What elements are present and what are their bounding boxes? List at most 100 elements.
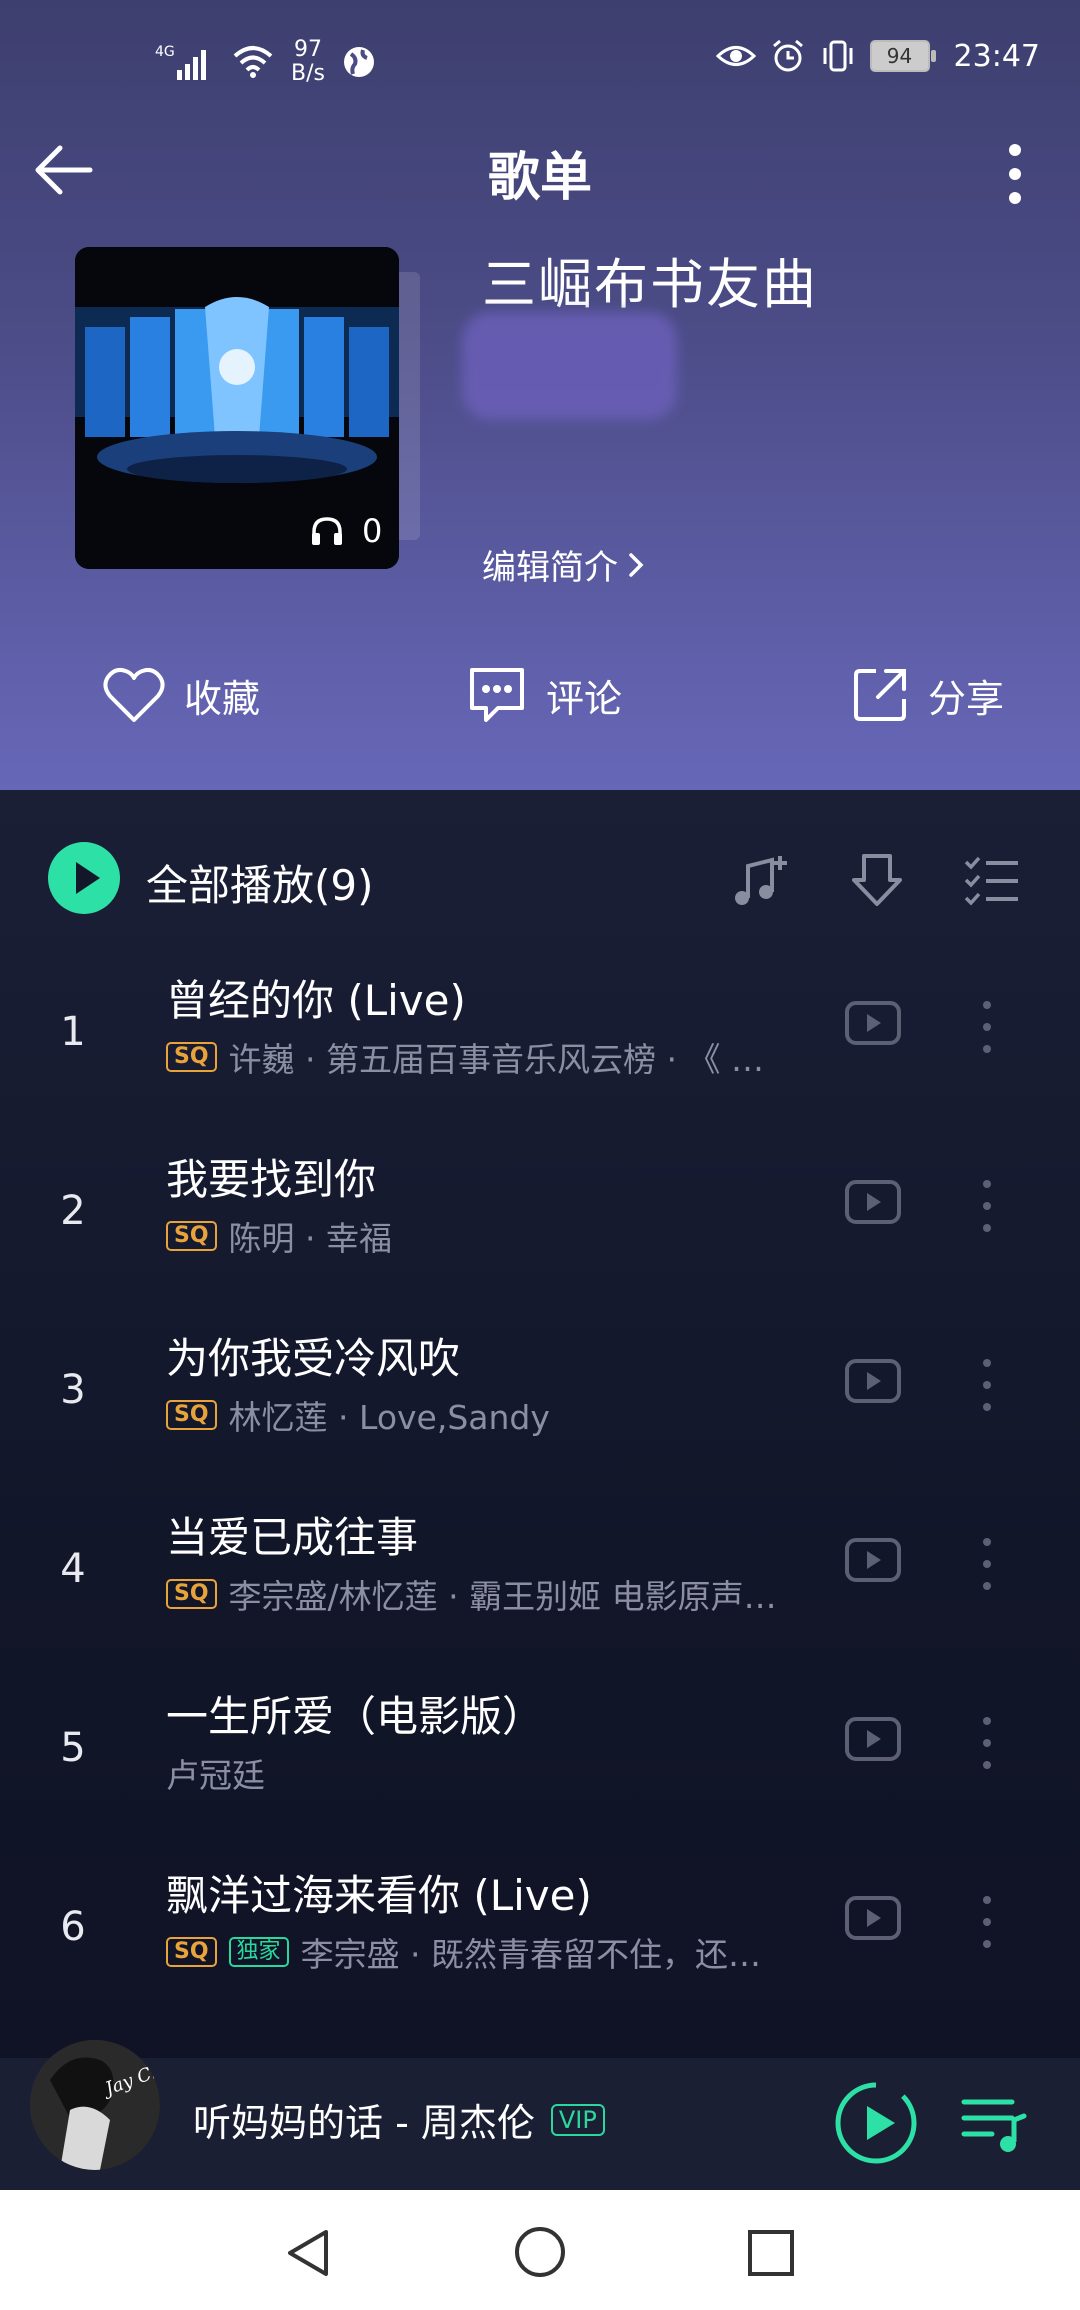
song-more-icon[interactable] (972, 997, 1002, 1057)
song-more-icon[interactable] (972, 1534, 1002, 1594)
signal-icon: 4G (155, 44, 206, 80)
clock: 23:47 (953, 38, 1040, 74)
mv-play-icon[interactable] (844, 1179, 902, 1225)
download-icon[interactable] (850, 852, 904, 910)
sq-badge: SQ (166, 1579, 217, 1609)
song-title: 一生所爱（电影版） (166, 1692, 545, 1741)
playlist-actions: 收藏 评论 分享 (0, 655, 1080, 735)
song-artist-album: 陈明 · 幸福 (228, 1219, 393, 1258)
wifi-icon (233, 46, 273, 78)
sq-badge: SQ (166, 1937, 217, 1967)
nav-home-icon[interactable] (512, 2224, 568, 2280)
song-row[interactable]: 4 当爱已成往事 SQ 李宗盛/林忆莲 · 霸王别姬 电影原声… (0, 1482, 1080, 1660)
play-all-row: 全部播放(9) (0, 842, 1080, 918)
add-music-icon[interactable] (730, 852, 792, 910)
comment-label: 评论 (546, 676, 623, 721)
eye-icon (715, 46, 756, 66)
multi-select-icon[interactable] (962, 854, 1020, 906)
song-row[interactable]: 2 我要找到你 SQ 陈明 · 幸福 (0, 1124, 1080, 1302)
mv-play-icon[interactable] (844, 1537, 902, 1583)
song-title: 曾经的你 (Live) (166, 976, 466, 1025)
song-subtitle: SQ 林忆莲 · Love,Sandy (166, 1391, 550, 1439)
song-more-icon[interactable] (972, 1713, 1002, 1773)
album-art-image: Jay Chou (30, 2040, 160, 2170)
song-subtitle: 卢冠廷 (166, 1749, 265, 1797)
mini-play-button-icon[interactable] (833, 2080, 919, 2166)
play-all-button[interactable] (48, 842, 120, 914)
favorite-button[interactable]: 收藏 (102, 655, 260, 735)
song-index: 3 (60, 1367, 86, 1413)
song-index: 6 (60, 1904, 86, 1950)
play-all-label[interactable]: 全部播放(9) (146, 852, 374, 913)
play-icon (76, 862, 100, 894)
sq-badge: SQ (166, 1042, 217, 1072)
song-row[interactable]: 3 为你我受冷风吹 SQ 林忆莲 · Love,Sandy (0, 1303, 1080, 1481)
share-icon (854, 669, 906, 721)
song-subtitle: SQ 许巍 · 第五届百事音乐风云榜 · 《 … (166, 1033, 764, 1081)
svg-text:4G: 4G (155, 44, 175, 60)
song-artist-album: 李宗盛 · 既然青春留不住，还… (300, 1935, 762, 1974)
song-artist-album: 林忆莲 · Love,Sandy (228, 1398, 550, 1437)
vip-badge: VIP (550, 2103, 605, 2136)
headphones-icon (312, 517, 342, 545)
mv-play-icon[interactable] (844, 1895, 902, 1941)
song-index: 5 (60, 1725, 86, 1771)
playlist-queue-icon[interactable] (958, 2090, 1028, 2156)
chevron-right-icon (629, 552, 644, 577)
play-count-value: 0 (362, 512, 383, 550)
mv-play-icon[interactable] (844, 1358, 902, 1404)
status-right: 94 23:47 (715, 38, 1040, 74)
exclusive-badge: 独家 (228, 1937, 289, 1967)
song-title: 我要找到你 (166, 1155, 377, 1204)
more-options-icon[interactable] (990, 138, 1040, 208)
status-bar: 4G 97 B/s 94 23:47 (0, 30, 1080, 100)
page-title: 歌单 (487, 148, 592, 208)
song-index: 4 (60, 1546, 86, 1592)
play-count: 0 (310, 512, 382, 550)
share-label: 分享 (928, 676, 1005, 721)
status-left: 4G 97 B/s (155, 38, 377, 86)
song-title: 当爱已成往事 (166, 1513, 419, 1562)
playlist-title: 三崛布书友曲 (482, 253, 818, 316)
comment-button[interactable]: 评论 (466, 655, 622, 735)
song-more-icon[interactable] (972, 1176, 1002, 1236)
song-more-icon[interactable] (972, 1355, 1002, 1415)
song-index: 1 (60, 1009, 86, 1055)
song-artist-album: 卢冠廷 (166, 1756, 265, 1795)
nav-back-icon[interactable] (282, 2226, 334, 2280)
mini-player-album-art[interactable]: Jay Chou (30, 2040, 160, 2170)
song-index: 2 (60, 1188, 86, 1234)
share-button[interactable]: 分享 (850, 655, 1004, 735)
sq-badge: SQ (166, 1400, 217, 1430)
globe-icon (343, 47, 374, 77)
song-row[interactable]: 6 飘洋过海来看你 (Live) SQ 独家 李宗盛 · 既然青春留不住，还… (0, 1840, 1080, 2018)
comment-icon (470, 668, 524, 722)
song-more-icon[interactable] (972, 1892, 1002, 1952)
song-title: 为你我受冷风吹 (166, 1334, 461, 1383)
net-speed: 97 B/s (291, 38, 325, 86)
song-artist-album: 李宗盛/林忆莲 · 霸王别姬 电影原声… (228, 1577, 777, 1616)
song-subtitle: SQ 李宗盛/林忆莲 · 霸王别姬 电影原声… (166, 1570, 777, 1618)
favorite-label: 收藏 (184, 676, 261, 721)
net-speed-value: 97 (293, 37, 322, 62)
nav-recents-icon[interactable] (746, 2228, 796, 2278)
system-nav-bar (0, 2190, 1080, 2310)
vibrate-icon (823, 40, 853, 72)
song-title: 飘洋过海来看你 (Live) (166, 1871, 592, 1920)
now-playing-title: 听妈妈的话 - 周杰伦 (193, 2101, 535, 2145)
song-row[interactable]: 1 曾经的你 (Live) SQ 许巍 · 第五届百事音乐风云榜 · 《 … (0, 945, 1080, 1123)
edit-intro-link[interactable]: 编辑简介 (482, 540, 646, 589)
mini-player-title-row[interactable]: 听妈妈的话 - 周杰伦 VIP (193, 2092, 605, 2147)
blurred-creator-name (462, 312, 677, 420)
heart-icon (103, 667, 165, 722)
mv-play-icon[interactable] (844, 1716, 902, 1762)
sq-badge: SQ (166, 1221, 217, 1251)
song-subtitle: SQ 独家 李宗盛 · 既然青春留不住，还… (166, 1928, 761, 1976)
battery-indicator: 94 (869, 40, 936, 72)
edit-intro-label: 编辑简介 (482, 548, 618, 588)
mv-play-icon[interactable] (844, 1000, 902, 1046)
song-row[interactable]: 5 一生所爱（电影版） 卢冠廷 (0, 1661, 1080, 1839)
net-speed-unit: B/s (291, 61, 325, 86)
song-artist-album: 许巍 · 第五届百事音乐风云榜 · 《 … (228, 1040, 764, 1079)
song-subtitle: SQ 陈明 · 幸福 (166, 1212, 392, 1260)
